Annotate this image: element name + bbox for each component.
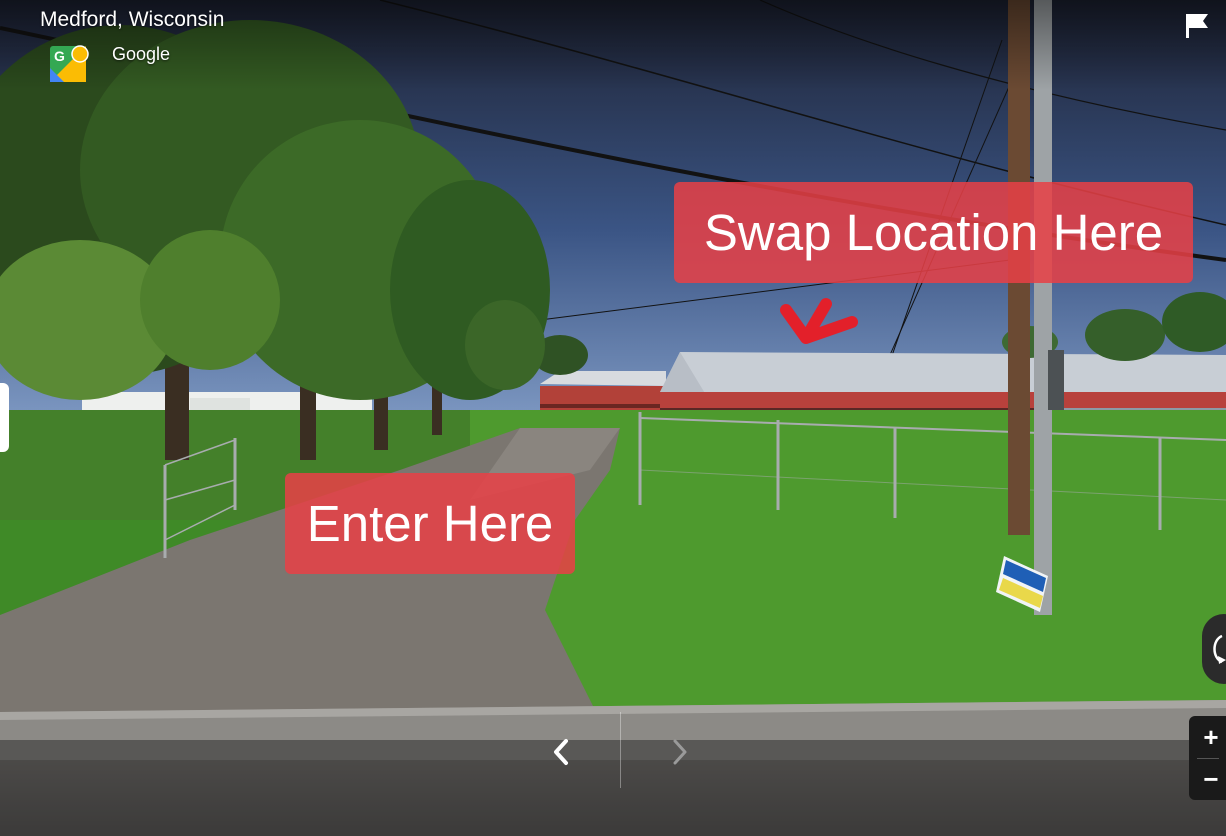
side-panel-toggle[interactable] <box>0 383 9 452</box>
swap-location-annotation: Swap Location Here <box>674 182 1193 283</box>
street-view-scene[interactable] <box>0 0 1226 836</box>
location-title: Medford, Wisconsin <box>40 8 225 31</box>
road <box>0 740 1226 836</box>
chevron-right-icon[interactable] <box>665 735 695 769</box>
zoom-out-button[interactable]: − <box>1189 758 1226 800</box>
street-view-logo-icon[interactable]: G <box>50 44 90 84</box>
zoom-in-button[interactable]: + <box>1189 716 1226 758</box>
compass-icon[interactable] <box>1202 614 1226 684</box>
enter-here-annotation: Enter Here <box>285 473 575 574</box>
provider-label: Google <box>112 44 171 64</box>
red-arrow-icon <box>780 298 858 344</box>
svg-text:G: G <box>54 48 65 64</box>
chevron-left-icon[interactable] <box>546 735 576 769</box>
zoom-control: + − <box>1189 716 1226 800</box>
nav-divider <box>620 712 621 788</box>
flag-icon[interactable] <box>1182 10 1212 40</box>
